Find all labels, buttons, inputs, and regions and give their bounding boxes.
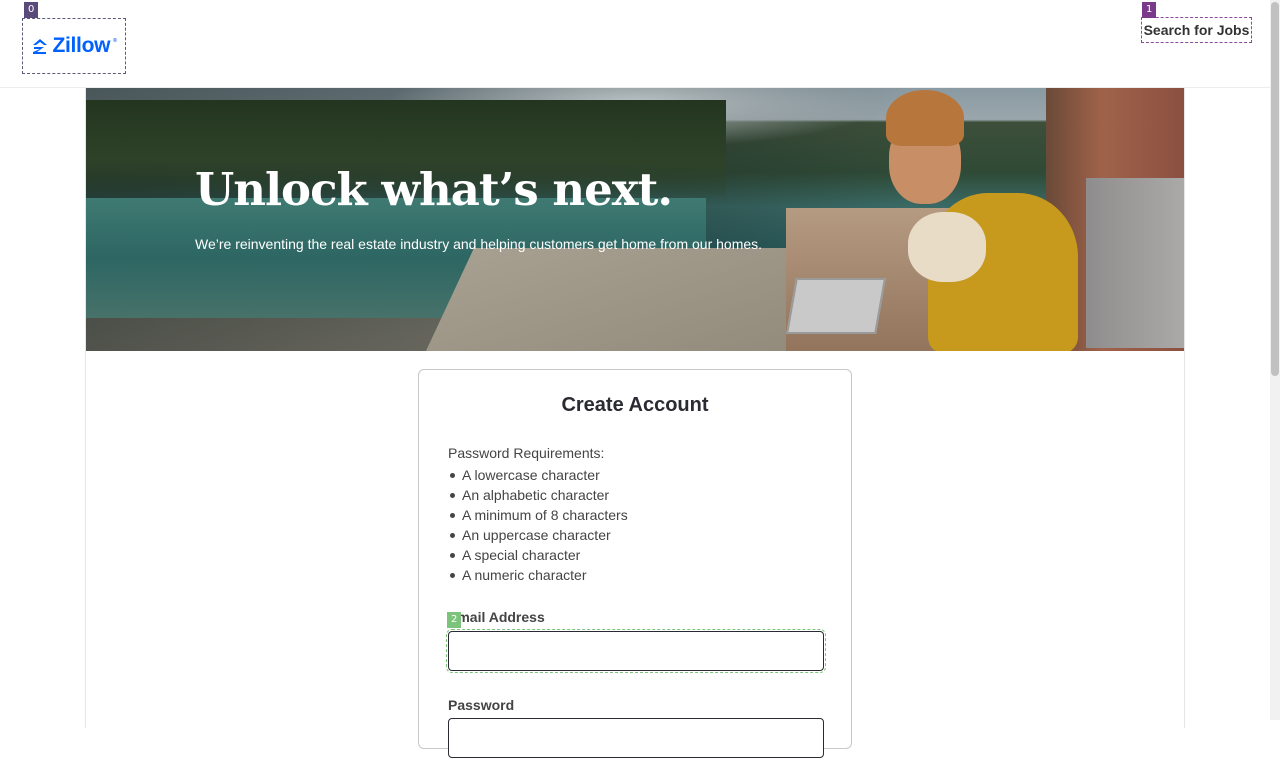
overlay-tag-0: 0 bbox=[24, 2, 39, 18]
requirement-item: A special character bbox=[448, 545, 628, 565]
search-jobs-link[interactable]: Search for Jobs bbox=[1141, 17, 1252, 43]
logo-text: Zillow bbox=[52, 34, 111, 57]
password-requirements-heading: Password Requirements: bbox=[448, 445, 605, 461]
overlay-tag-2: 2 bbox=[447, 612, 462, 628]
requirement-item: A lowercase character bbox=[448, 465, 628, 485]
requirement-item: A numeric character bbox=[448, 565, 628, 585]
site-header bbox=[0, 0, 1270, 88]
zillow-logo-link[interactable]: Zillow ® bbox=[22, 18, 126, 74]
hero-subtitle: We’re reinventing the real estate indust… bbox=[195, 236, 763, 252]
logo-mark: ® bbox=[113, 38, 117, 44]
hero-banner: Unlock what’s next. We’re reinventing th… bbox=[86, 88, 1184, 351]
hero-laptop bbox=[786, 278, 886, 334]
form-title: Create Account bbox=[561, 394, 709, 416]
zillow-home-icon bbox=[33, 39, 48, 54]
scrollbar-thumb[interactable] bbox=[1271, 2, 1279, 376]
password-label: Password bbox=[448, 697, 515, 713]
hero-beanie bbox=[886, 90, 964, 146]
hero-title: Unlock what’s next. bbox=[195, 163, 673, 216]
password-requirements-list: A lowercase character An alphabetic char… bbox=[448, 465, 628, 585]
password-field[interactable] bbox=[448, 718, 824, 758]
create-account-card: Create Account Password Requirements: A … bbox=[418, 369, 852, 758]
requirement-item: A minimum of 8 characters bbox=[448, 505, 628, 525]
requirement-item: An alphabetic character bbox=[448, 485, 628, 505]
overlay-tag-1: 1 bbox=[1142, 2, 1157, 18]
email-field[interactable] bbox=[446, 629, 826, 673]
requirement-item: An uppercase character bbox=[448, 525, 628, 545]
hero-dog bbox=[908, 212, 986, 282]
email-label: Email Address bbox=[448, 609, 545, 625]
hero-chair bbox=[1086, 178, 1184, 348]
zillow-logo: Zillow ® bbox=[31, 34, 117, 58]
